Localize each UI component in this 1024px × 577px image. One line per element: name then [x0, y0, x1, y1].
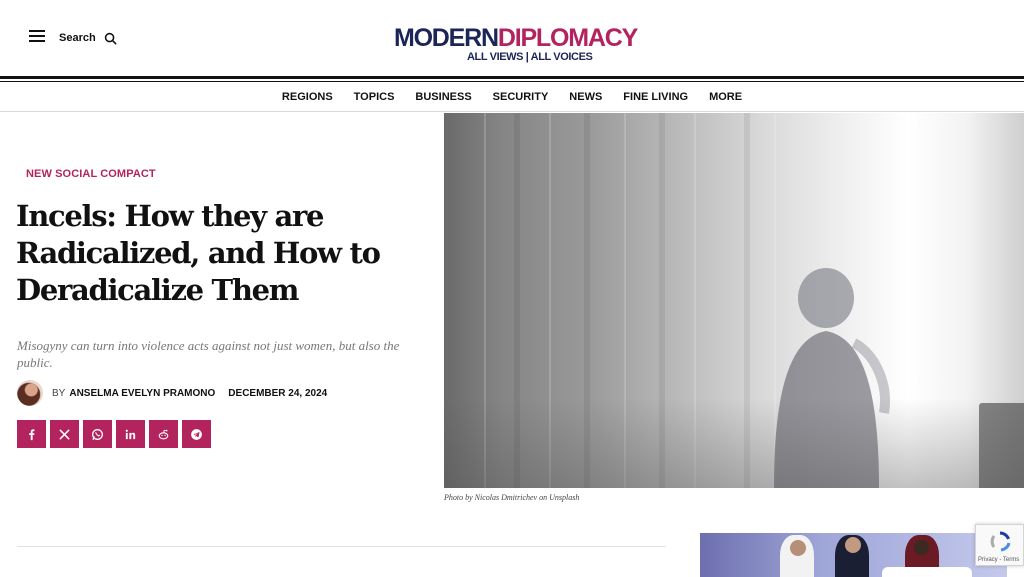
share-facebook-button[interactable]	[17, 420, 46, 448]
author-name-link[interactable]: ANSELMA EVELYN PRAMONO	[69, 388, 215, 399]
hamburger-menu-icon[interactable]	[29, 30, 45, 42]
header-rule-thick	[0, 76, 1024, 79]
nav-item-security[interactable]: SECURITY	[482, 91, 559, 103]
search-icon	[104, 32, 117, 44]
nav-item-more[interactable]: MORE	[699, 91, 753, 103]
main-nav: REGIONS TOPICS BUSINESS SECURITY NEWS FI…	[0, 83, 1024, 112]
search-label: Search	[59, 32, 96, 44]
share-telegram-button[interactable]	[182, 420, 211, 448]
header-rule-thin	[0, 81, 1024, 82]
share-x-button[interactable]	[50, 420, 79, 448]
publish-date: DECEMBER 24, 2024	[228, 387, 328, 399]
article-meta: BY ANSELMA EVELYN PRAMONO DECEMBER 24, 2…	[17, 380, 327, 406]
byline-prefix: BY	[52, 387, 66, 399]
linkedin-icon	[125, 429, 136, 439]
share-buttons	[17, 420, 211, 448]
nav-item-topics[interactable]: TOPICS	[343, 91, 405, 103]
share-whatsapp-button[interactable]	[83, 420, 112, 448]
article-category-link[interactable]: NEW SOCIAL COMPACT	[26, 168, 156, 180]
site-logo[interactable]: MODERNDIPLOMACY ALL VIEWS | ALL VOICES	[393, 25, 638, 67]
hero-image-caption: Photo by Nicolas Dmitrichev on Unsplash	[444, 493, 580, 502]
author-avatar[interactable]	[17, 380, 43, 406]
site-header: Search MODERNDIPLOMACY ALL VIEWS | ALL V…	[0, 0, 1024, 76]
logo-part-diplomacy: DIPLOMACY	[497, 24, 638, 52]
article-title: Incels: How they are Radicalized, and Ho…	[16, 199, 381, 307]
nav-item-regions[interactable]: REGIONS	[271, 91, 343, 103]
article-hero-image	[444, 113, 1024, 488]
facebook-icon	[29, 428, 35, 440]
sidebar-related-article-image[interactable]	[700, 533, 1007, 577]
search-button[interactable]: Search	[59, 30, 117, 46]
x-icon	[59, 429, 70, 439]
nav-item-news[interactable]: NEWS	[559, 91, 613, 103]
whatsapp-icon	[92, 428, 103, 440]
article-subtitle: Misogyny can turn into violence acts aga…	[17, 338, 400, 370]
reddit-icon	[158, 429, 169, 439]
content-divider	[17, 546, 666, 547]
logo-wordmark: MODERNDIPLOMACY	[393, 25, 638, 51]
logo-part-modern: MODERN	[393, 24, 499, 52]
recaptcha-icon	[990, 531, 1011, 552]
nav-item-business[interactable]: BUSINESS	[405, 91, 482, 103]
share-reddit-button[interactable]	[149, 420, 178, 448]
recaptcha-privacy-terms-links[interactable]: Privacy - Terms	[978, 557, 1019, 563]
telegram-icon	[191, 428, 202, 440]
nav-item-fine-living[interactable]: FINE LIVING	[613, 91, 699, 103]
share-linkedin-button[interactable]	[116, 420, 145, 448]
logo-tagline: ALL VIEWS | ALL VOICES	[467, 51, 593, 63]
